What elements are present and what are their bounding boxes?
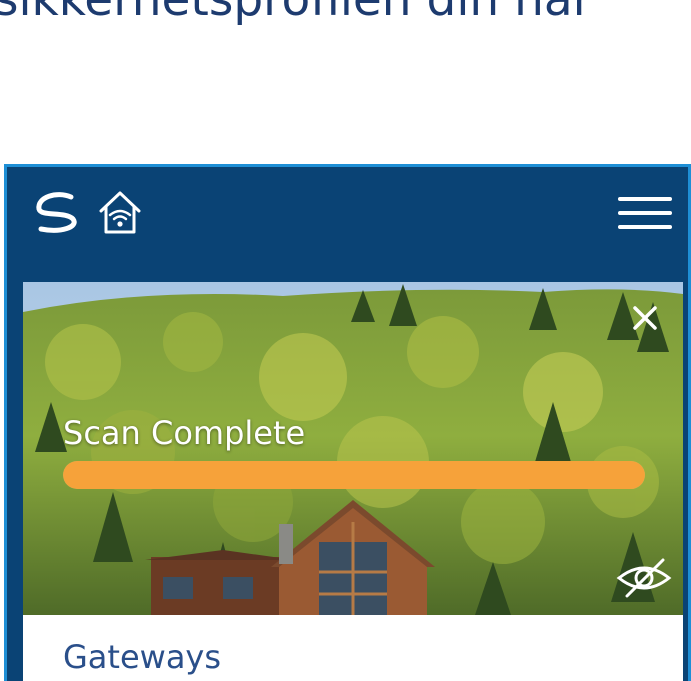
menu-bar-top (618, 197, 672, 201)
scan-card: Scan Complete Gateways (23, 282, 683, 681)
app-header (7, 167, 688, 279)
menu-bar-middle (618, 211, 672, 215)
home-wifi-icon[interactable] (95, 187, 145, 237)
hero-image: Scan Complete (23, 282, 683, 615)
close-icon[interactable] (629, 302, 661, 334)
swirl-logo-icon[interactable] (31, 189, 85, 235)
page: sikkerhetsprofilen din når (0, 0, 691, 681)
menu-bar-bottom (618, 225, 672, 229)
scan-progress-fill (63, 461, 645, 489)
scan-status-label: Scan Complete (63, 414, 306, 452)
hamburger-menu-icon[interactable] (618, 197, 672, 231)
scan-progress-bar (63, 461, 645, 489)
gateways-section-title: Gateways (63, 638, 222, 676)
page-heading: sikkerhetsprofilen din når (0, 0, 592, 30)
phone-app-frame: Scan Complete Gateways (4, 164, 691, 681)
eye-slash-icon[interactable] (615, 556, 673, 600)
